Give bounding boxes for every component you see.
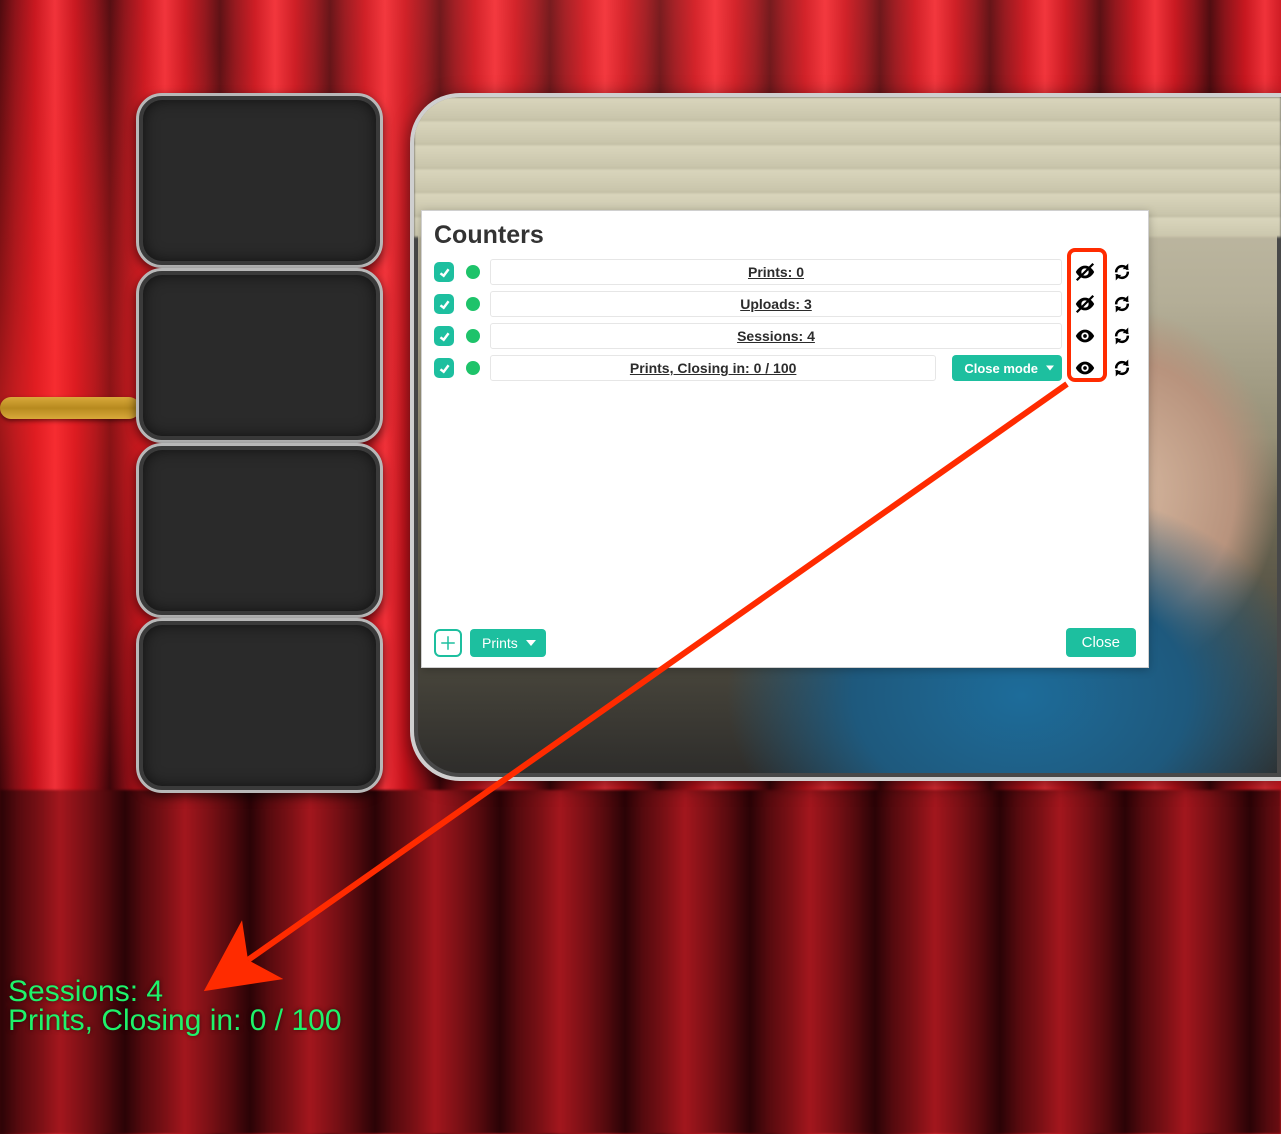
thumbnail-slot-1[interactable] (136, 93, 383, 268)
close-mode-select[interactable]: Close mode (952, 355, 1062, 381)
counter-label[interactable]: Prints, Closing in: 0 / 100 (630, 360, 796, 376)
reset-counter[interactable] (1108, 294, 1136, 314)
status-dot-icon (466, 265, 480, 279)
counter-row: Uploads: 3 (434, 288, 1136, 320)
counter-type-label: Prints (482, 635, 518, 651)
refresh-icon (1112, 326, 1132, 346)
counter-row: Prints: 0 (434, 256, 1136, 288)
status-dot-icon (466, 297, 480, 311)
counter-enabled-checkbox[interactable] (434, 262, 454, 282)
counter-label-cell[interactable]: Prints: 0 (490, 259, 1062, 285)
status-dot-icon (466, 329, 480, 343)
counter-label-cell[interactable]: Prints, Closing in: 0 / 100 (490, 355, 936, 381)
visibility-toggle[interactable] (1070, 261, 1100, 283)
counter-label[interactable]: Uploads: 3 (740, 296, 812, 312)
counter-type-select[interactable]: Prints (470, 629, 546, 657)
eye-icon (1074, 325, 1096, 347)
status-dot-icon (466, 361, 480, 375)
refresh-icon (1112, 358, 1132, 378)
eye-hidden-icon (1074, 261, 1096, 283)
counter-row: Prints, Closing in: 0 / 100 Close mode (434, 352, 1136, 384)
thumbnail-slot-3[interactable] (136, 443, 383, 618)
modal-title: Counters (434, 221, 1136, 250)
counter-enabled-checkbox[interactable] (434, 326, 454, 346)
reset-counter[interactable] (1108, 262, 1136, 282)
counter-row: Sessions: 4 (434, 320, 1136, 352)
visibility-toggle[interactable] (1070, 293, 1100, 315)
eye-icon (1074, 357, 1096, 379)
modal-footer: Prints Close (434, 628, 1136, 657)
add-counter-button[interactable] (434, 629, 462, 657)
plus-icon (439, 634, 457, 652)
counter-label-cell[interactable]: Uploads: 3 (490, 291, 1062, 317)
counter-label[interactable]: Prints: 0 (748, 264, 804, 280)
close-mode-label: Close mode (964, 361, 1038, 376)
counter-rows: Prints: 0 Uploads: 3 (434, 256, 1136, 628)
counters-modal: Counters Prints: 0 (421, 210, 1149, 668)
refresh-icon (1112, 262, 1132, 282)
visibility-toggle[interactable] (1070, 357, 1100, 379)
reset-counter[interactable] (1108, 326, 1136, 346)
visibility-toggle[interactable] (1070, 325, 1100, 347)
overlay-status-prints-closing: Prints, Closing in: 0 / 100 (8, 1006, 342, 1036)
counter-enabled-checkbox[interactable] (434, 358, 454, 378)
counter-label-cell[interactable]: Sessions: 4 (490, 323, 1062, 349)
counter-enabled-checkbox[interactable] (434, 294, 454, 314)
curtain-lower (0, 790, 1281, 1134)
close-button[interactable]: Close (1066, 628, 1136, 657)
overlay-status: Sessions: 4 Prints, Closing in: 0 / 100 (8, 978, 342, 1036)
overlay-status-sessions: Sessions: 4 (8, 977, 342, 1007)
refresh-icon (1112, 294, 1132, 314)
counter-label[interactable]: Sessions: 4 (737, 328, 815, 344)
eye-hidden-icon (1074, 293, 1096, 315)
thumbnail-slot-4[interactable] (136, 618, 383, 793)
thumbnail-slot-2[interactable] (136, 268, 383, 443)
curtain-rope (0, 397, 140, 419)
reset-counter[interactable] (1108, 358, 1136, 378)
